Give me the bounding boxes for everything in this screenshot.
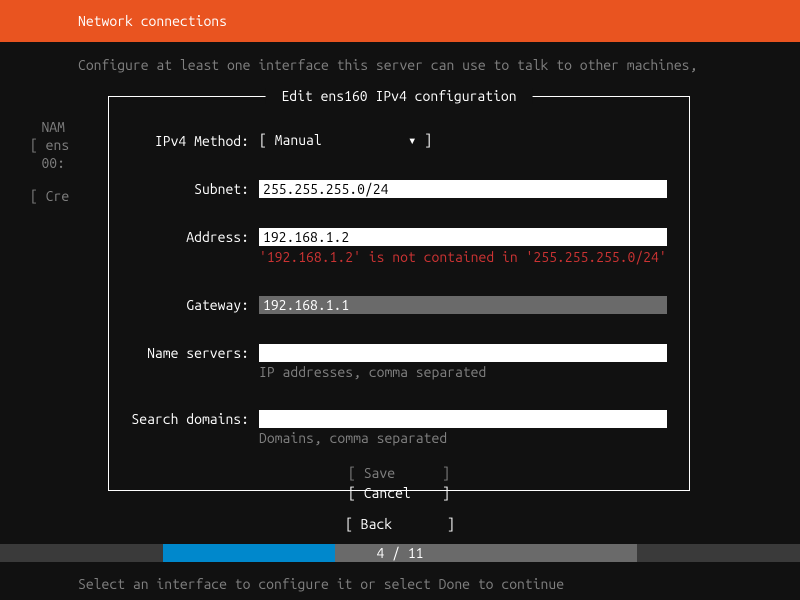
sidebar-overflow-text: NAM [ ens 00: [ Cre — [30, 118, 65, 205]
progress-text: 4 / 11 — [0, 545, 800, 561]
progress-bar: 4 / 11 — [0, 544, 800, 562]
method-label: IPv4 Method: — [131, 132, 259, 149]
searchdomains-label: Search domains: — [131, 410, 259, 427]
nameservers-label: Name servers: — [131, 344, 259, 361]
back-button[interactable]: [ Back ] — [0, 516, 800, 532]
address-error-message: '192.168.1.2' is not contained in '255.2… — [259, 246, 667, 266]
subnet-label: Subnet: — [131, 180, 259, 197]
header-bar: Network connections — [0, 0, 800, 42]
subnet-input[interactable]: 255.255.255.0/24 — [259, 180, 667, 198]
searchdomains-hint: Domains, comma separated — [259, 428, 667, 446]
page-title: Network connections — [78, 13, 227, 29]
nameservers-hint: IP addresses, comma separated — [259, 362, 667, 380]
sidebar-hint-nam: NAM — [30, 118, 65, 136]
searchdomains-input[interactable] — [259, 410, 667, 428]
gateway-input[interactable]: 192.168.1.1 — [259, 296, 667, 314]
dialog-buttons: [ Save ] [ Cancel ] — [131, 464, 667, 503]
nameservers-input[interactable] — [259, 344, 667, 362]
dialog-title: Edit ens160 IPv4 configuration — [266, 88, 533, 104]
ipv4-config-dialog: Edit ens160 IPv4 configuration IPv4 Meth… — [108, 96, 690, 491]
sidebar-hint-cre: [ Cre — [30, 187, 65, 205]
cancel-button[interactable]: [ Cancel ] — [131, 484, 667, 504]
address-label: Address: — [131, 228, 259, 245]
page-subtitle: Configure at least one interface this se… — [0, 42, 800, 73]
sidebar-hint-ens: [ ens — [30, 136, 65, 154]
address-input[interactable]: 192.168.1.2 — [259, 228, 667, 246]
save-button[interactable]: [ Save ] — [131, 464, 667, 484]
ipv4-method-dropdown[interactable]: [ Manual ▾ ] — [259, 132, 432, 148]
footer-help-text: Select an interface to configure it or s… — [78, 576, 564, 592]
gateway-label: Gateway: — [131, 296, 259, 313]
sidebar-hint-mac: 00: — [30, 154, 65, 172]
